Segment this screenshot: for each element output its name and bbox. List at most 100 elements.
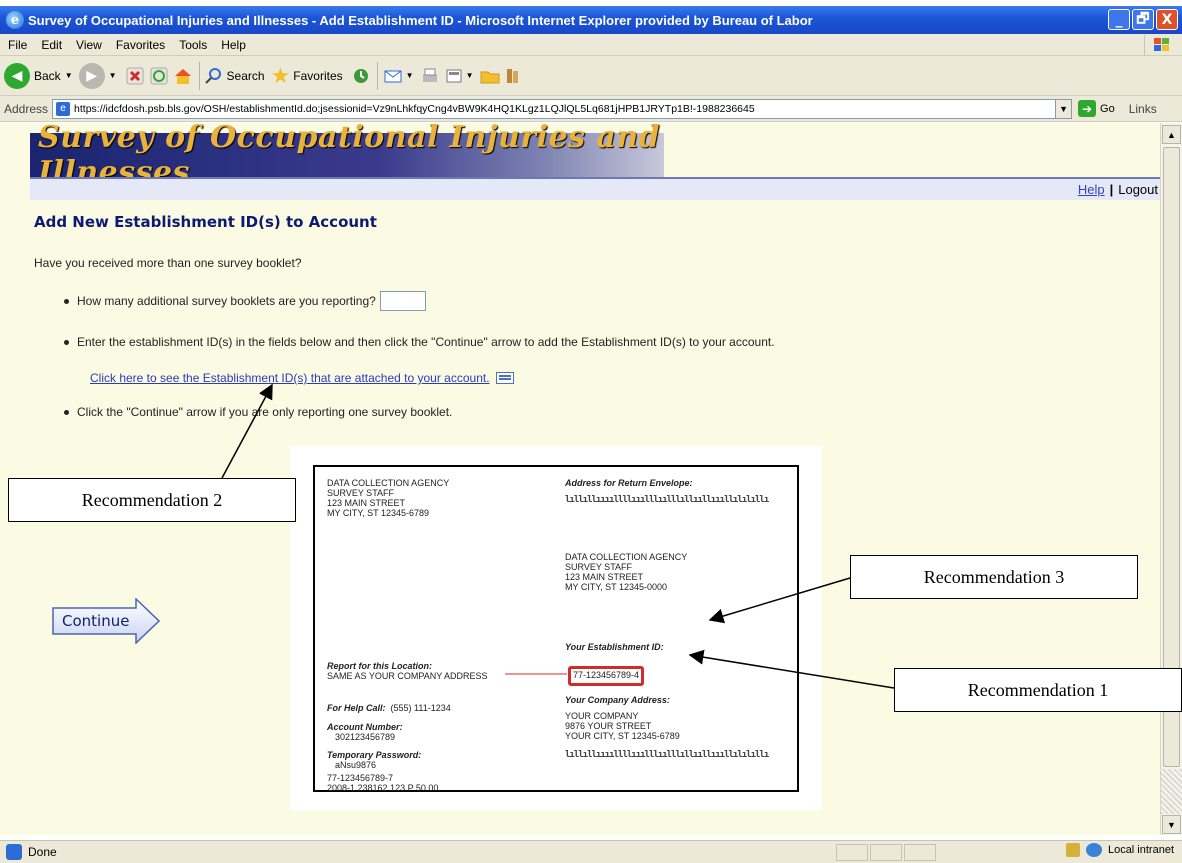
search-label: Search bbox=[226, 68, 265, 83]
menu-file[interactable]: File bbox=[8, 38, 27, 52]
windows-flag-icon bbox=[1144, 35, 1178, 55]
temp-password-value: aNsu9876 bbox=[335, 760, 377, 770]
home-icon[interactable] bbox=[171, 64, 195, 88]
zone-label: Local intranet bbox=[1107, 844, 1174, 856]
mail-dropdown-icon[interactable]: ▼ bbox=[406, 71, 414, 80]
vertical-scrollbar[interactable]: ▲ ▼ bbox=[1160, 123, 1182, 835]
menu-edit[interactable]: Edit bbox=[41, 38, 62, 52]
go-label: Go bbox=[1100, 102, 1115, 115]
edit-icon[interactable] bbox=[442, 64, 466, 88]
bullet-continue: Click the "Continue" arrow if you are on… bbox=[64, 405, 452, 419]
estid-label: Your Establishment ID: bbox=[565, 642, 664, 652]
booklet-example-image: DATA COLLECTION AGENCY SURVEY STAFF 123 MA… bbox=[290, 446, 822, 810]
intro-text: Have you received more than one survey b… bbox=[34, 256, 302, 270]
nav-bar: Help | Logout bbox=[30, 179, 1160, 200]
account-number-value: 302123456789 bbox=[335, 732, 396, 742]
attached-ids-link-text: Click here to see the Establishment ID(s… bbox=[90, 371, 490, 385]
booklet-footer: 77-123456789-7 2008-1 238162 123 P 50 00 bbox=[327, 773, 439, 793]
establishment-id-highlight: 77-123456789-4 bbox=[568, 666, 644, 686]
continue-label: Continue bbox=[62, 612, 130, 630]
close-button[interactable]: X bbox=[1156, 9, 1178, 30]
address-dropdown-icon[interactable]: ▼ bbox=[1055, 99, 1072, 118]
address-url: https://idcfdosh.psb.bls.gov/OSH/establi… bbox=[74, 102, 755, 115]
page-icon: e bbox=[56, 101, 71, 116]
nav-separator: | bbox=[1109, 182, 1114, 197]
scroll-down-arrow[interactable]: ▼ bbox=[1162, 815, 1181, 834]
sender-address: DATA COLLECTION AGENCY SURVEY STAFF 123 MA… bbox=[327, 478, 450, 518]
forward-button[interactable]: ▶ ▼ bbox=[78, 61, 117, 91]
address-input[interactable]: e https://idcfdosh.psb.bls.gov/OSH/estab… bbox=[52, 98, 1073, 119]
print-icon[interactable] bbox=[418, 64, 442, 88]
menu-help[interactable]: Help bbox=[221, 38, 246, 52]
bullet-dot bbox=[64, 298, 69, 304]
lock-icon bbox=[1065, 843, 1080, 857]
stop-icon[interactable] bbox=[123, 64, 147, 88]
help-call: For Help Call: (555) 111-1234 bbox=[327, 703, 451, 713]
attached-ids-link[interactable]: Click here to see the Establishment ID(s… bbox=[90, 371, 514, 385]
address-label: Address bbox=[4, 101, 49, 116]
minimize-button[interactable]: _ bbox=[1108, 9, 1130, 30]
booklet-label: DATA COLLECTION AGENCY SURVEY STAFF 123 MA… bbox=[313, 465, 799, 793]
status-pane bbox=[836, 844, 868, 861]
scroll-up-arrow[interactable]: ▲ bbox=[1162, 125, 1181, 144]
folder-icon[interactable] bbox=[478, 64, 502, 88]
status-pane bbox=[870, 844, 902, 861]
bullet-booklet-count: How many additional survey booklets are … bbox=[64, 291, 426, 311]
menu-tools[interactable]: Tools bbox=[179, 38, 207, 52]
status-panes bbox=[836, 844, 936, 861]
status-pane bbox=[904, 844, 936, 861]
search-button[interactable]: Search bbox=[204, 61, 265, 91]
menu-favorites[interactable]: Favorites bbox=[116, 38, 165, 52]
status-bar: Done Local intranet bbox=[0, 840, 1182, 863]
mail-icon[interactable] bbox=[382, 64, 406, 88]
back-button[interactable]: ◀ Back ▼ bbox=[4, 61, 73, 91]
search-icon bbox=[204, 67, 221, 84]
favorites-button[interactable]: ★ Favorites bbox=[271, 61, 343, 91]
forward-arrow-icon: ▶ bbox=[78, 62, 105, 89]
back-dropdown-icon: ▼ bbox=[64, 71, 73, 80]
callout-recommendation-2: Recommendation 2 bbox=[8, 478, 296, 522]
window-title: Survey of Occupational Injuries and Illn… bbox=[28, 12, 813, 28]
ie-logo-icon: e bbox=[6, 11, 24, 29]
window-titlebar[interactable]: e Survey of Occupational Injuries and Il… bbox=[0, 6, 1182, 34]
restore-button[interactable]: 🗗 bbox=[1132, 9, 1154, 30]
return-envelope-label: Address for Return Envelope: bbox=[565, 478, 693, 488]
company-address: YOUR COMPANY 9876 YOUR STREET YOUR CITY, S… bbox=[565, 711, 680, 741]
research-icon[interactable] bbox=[502, 64, 526, 88]
status-text: Done bbox=[28, 845, 57, 859]
forward-dropdown-icon: ▼ bbox=[108, 71, 117, 80]
browser-toolbar: ◀ Back ▼ ▶ ▼ Search ★ Favorites ▼ ▼ bbox=[0, 56, 1182, 96]
links-button[interactable]: Links bbox=[1129, 102, 1157, 116]
continue-instruction: Click the "Continue" arrow if you are on… bbox=[77, 405, 453, 419]
logout-link[interactable]: Logout bbox=[1118, 182, 1158, 197]
return-barcode: lıllıllııııllllııılllıılllıllııllıııllıl… bbox=[565, 495, 769, 505]
go-arrow-icon: ➔ bbox=[1078, 100, 1097, 117]
callout-recommendation-3: Recommendation 3 bbox=[850, 555, 1138, 599]
pointer-line bbox=[505, 673, 567, 675]
continue-button[interactable]: Continue bbox=[52, 597, 161, 645]
recipient-address: DATA COLLECTION AGENCY SURVEY STAFF 123 MA… bbox=[565, 552, 688, 592]
page-title: Add New Establishment ID(s) to Account bbox=[34, 213, 377, 231]
bullet-dot bbox=[64, 409, 69, 415]
help-link[interactable]: Help bbox=[1078, 182, 1105, 197]
report-location-value: SAME AS YOUR COMPANY ADDRESS bbox=[327, 671, 488, 681]
callout-recommendation-1: Recommendation 1 bbox=[894, 668, 1182, 712]
scroll-track[interactable] bbox=[1161, 769, 1182, 814]
back-label: Back bbox=[34, 68, 61, 83]
status-page-icon bbox=[6, 844, 22, 860]
back-arrow-icon: ◀ bbox=[4, 62, 30, 89]
booklet-count-question: How many additional survey booklets are … bbox=[77, 294, 376, 308]
menu-view[interactable]: View bbox=[76, 38, 102, 52]
history-icon[interactable] bbox=[349, 64, 373, 88]
edit-dropdown-icon[interactable]: ▼ bbox=[466, 71, 474, 80]
booklet-count-input[interactable] bbox=[379, 291, 426, 311]
favorites-label: Favorites bbox=[293, 68, 343, 83]
toolbar-divider bbox=[376, 61, 378, 90]
go-button[interactable]: ➔ Go bbox=[1078, 100, 1115, 117]
star-icon: ★ bbox=[270, 62, 291, 88]
company-address-label: Your Company Address: bbox=[565, 695, 670, 705]
address-bar: Address e https://idcfdosh.psb.bls.gov/O… bbox=[0, 96, 1182, 122]
enter-ids-text: Enter the establishment ID(s) in the fie… bbox=[77, 335, 775, 349]
refresh-icon[interactable] bbox=[147, 64, 171, 88]
company-barcode: lıllıllııııllllııılllıılllıllııllıııllıl… bbox=[565, 750, 769, 760]
